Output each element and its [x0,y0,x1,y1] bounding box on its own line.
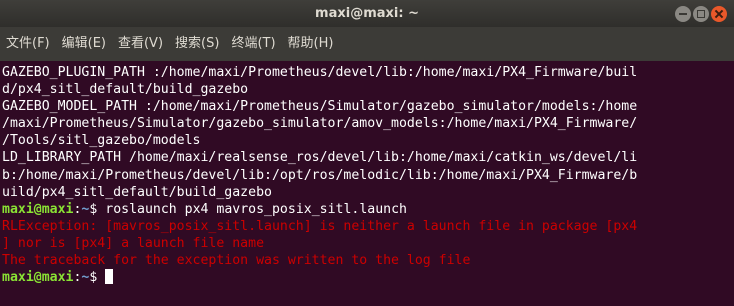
maximize-icon[interactable] [693,6,709,22]
active-prompt-line[interactable]: maxi@maxi:~$ [2,269,734,286]
prompt-user-host: maxi@maxi [2,201,74,217]
error-line: ] nor is [px4] a launch file name [2,235,265,251]
minimize-icon[interactable] [675,6,691,22]
menu-terminal[interactable]: 终端(T) [225,27,281,61]
prompt-symbol: $ [89,270,106,286]
window-title: maxi@maxi: ~ [315,6,419,21]
output-line: GAZEBO_MODEL_PATH :/home/maxi/Prometheus… [2,99,638,115]
output-line: b:/home/maxi/Prometheus/devel/lib:/opt/r… [2,167,638,183]
title-bar[interactable]: maxi@maxi: ~ [0,0,734,27]
menu-view[interactable]: 查看(V) [112,27,169,61]
command-text: roslaunch px4 mavros_posix_sitl.launch [105,201,407,217]
command-line: maxi@maxi:~$ roslaunch px4 mavros_posix_… [2,201,734,218]
prompt-user-host: maxi@maxi [2,270,74,286]
output-line: d/px4_sitl_default/build_gazebo [2,82,249,98]
terminal-output[interactable]: GAZEBO_PLUGIN_PATH :/home/maxi/Prometheu… [0,61,734,306]
menu-help[interactable]: 帮助(H) [282,27,340,61]
menu-search[interactable]: 搜索(S) [169,27,225,61]
output-line: /Tools/sitl_gazebo/models [2,133,201,149]
menu-edit[interactable]: 编辑(E) [56,27,112,61]
terminal-window: maxi@maxi: ~ 文件(F) 编辑(E) 查看(V) 搜索(S) 终端(… [0,0,734,306]
output-line: GAZEBO_PLUGIN_PATH :/home/maxi/Prometheu… [2,65,638,80]
output-line: LD_LIBRARY_PATH /home/maxi/realsense_ros… [2,150,638,166]
menu-bar: 文件(F) 编辑(E) 查看(V) 搜索(S) 终端(T) 帮助(H) [0,27,734,61]
error-line: RLException: [mavros_posix_sitl.launch] … [2,218,638,234]
text-cursor[interactable] [105,269,114,285]
menu-file[interactable]: 文件(F) [2,27,56,61]
prompt-symbol: $ [89,201,106,217]
output-line: /maxi/Prometheus/Simulator/gazebo_simula… [2,116,638,132]
close-icon[interactable] [711,6,727,22]
error-line: The traceback for the exception was writ… [2,253,471,269]
output-line: uild/px4_sitl_default/build_gazebo [2,184,272,200]
